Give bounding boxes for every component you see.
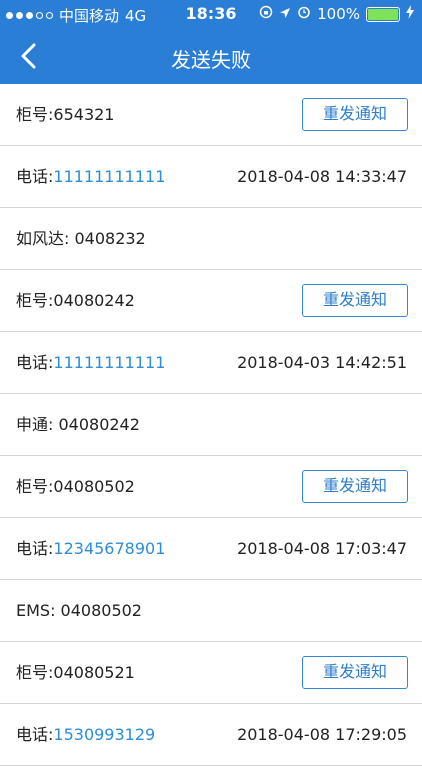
courier-info: 申通: 04080242 [16, 415, 140, 434]
status-right: 100% [259, 5, 414, 23]
cabinet-number: 柜号:654321 [16, 105, 115, 124]
timestamp: 2018-04-08 14:33:47 [237, 167, 407, 186]
timestamp: 2018-04-08 17:29:05 [237, 725, 407, 744]
failed-list: 柜号:654321 重发通知 电话:11111111111 2018-04-08… [0, 84, 422, 766]
phone-row: 电话:11111111111 2018-04-08 14:33:47 [0, 146, 422, 208]
cabinet-number: 柜号:04080242 [16, 291, 135, 310]
courier-info: 如风达: 0408232 [16, 229, 146, 248]
navigation-bar: 发送失败 [0, 28, 422, 84]
cabinet-row: 柜号:654321 重发通知 [0, 84, 422, 146]
phone-row: 电话:12345678901 2018-04-08 17:03:47 [0, 518, 422, 580]
cabinet-number: 柜号:04080502 [16, 477, 135, 496]
timestamp: 2018-04-08 17:03:47 [237, 539, 407, 558]
phone-number[interactable]: 11111111111 [53, 353, 165, 372]
phone-info: 电话:12345678901 [16, 539, 166, 558]
courier-row: EMS: 04080502 [0, 580, 422, 642]
phone-number[interactable]: 11111111111 [53, 167, 165, 186]
resend-notification-button[interactable]: 重发通知 [302, 98, 408, 131]
resend-notification-button[interactable]: 重发通知 [302, 470, 408, 503]
rotation-lock-icon [259, 5, 273, 23]
phone-info: 电话:11111111111 [16, 353, 166, 372]
phone-info: 电话:11111111111 [16, 167, 166, 186]
alarm-icon [297, 5, 311, 23]
phone-row: 电话:1530993129 2018-04-08 17:29:05 [0, 704, 422, 766]
cabinet-row: 柜号:04080521 重发通知 [0, 642, 422, 704]
cabinet-number: 柜号:04080521 [16, 663, 135, 682]
resend-notification-button[interactable]: 重发通知 [302, 284, 408, 317]
cabinet-row: 柜号:04080502 重发通知 [0, 456, 422, 518]
courier-info: EMS: 04080502 [16, 601, 142, 620]
timestamp: 2018-04-03 14:42:51 [237, 353, 407, 372]
phone-row: 电话:11111111111 2018-04-03 14:42:51 [0, 332, 422, 394]
cabinet-row: 柜号:04080242 重发通知 [0, 270, 422, 332]
phone-number[interactable]: 1530993129 [53, 725, 155, 744]
status-bar: 中国移动 4G 18:36 100% [0, 0, 422, 28]
page-title: 发送失败 [171, 48, 251, 72]
phone-number[interactable]: 12345678901 [53, 539, 165, 558]
battery-percent: 100% [317, 5, 360, 23]
resend-notification-button[interactable]: 重发通知 [302, 656, 408, 689]
battery-icon [366, 6, 400, 22]
charging-icon [406, 5, 414, 23]
phone-info: 电话:1530993129 [16, 725, 156, 744]
courier-row: 如风达: 0408232 [0, 208, 422, 270]
courier-row: 申通: 04080242 [0, 394, 422, 456]
location-icon [279, 5, 291, 23]
